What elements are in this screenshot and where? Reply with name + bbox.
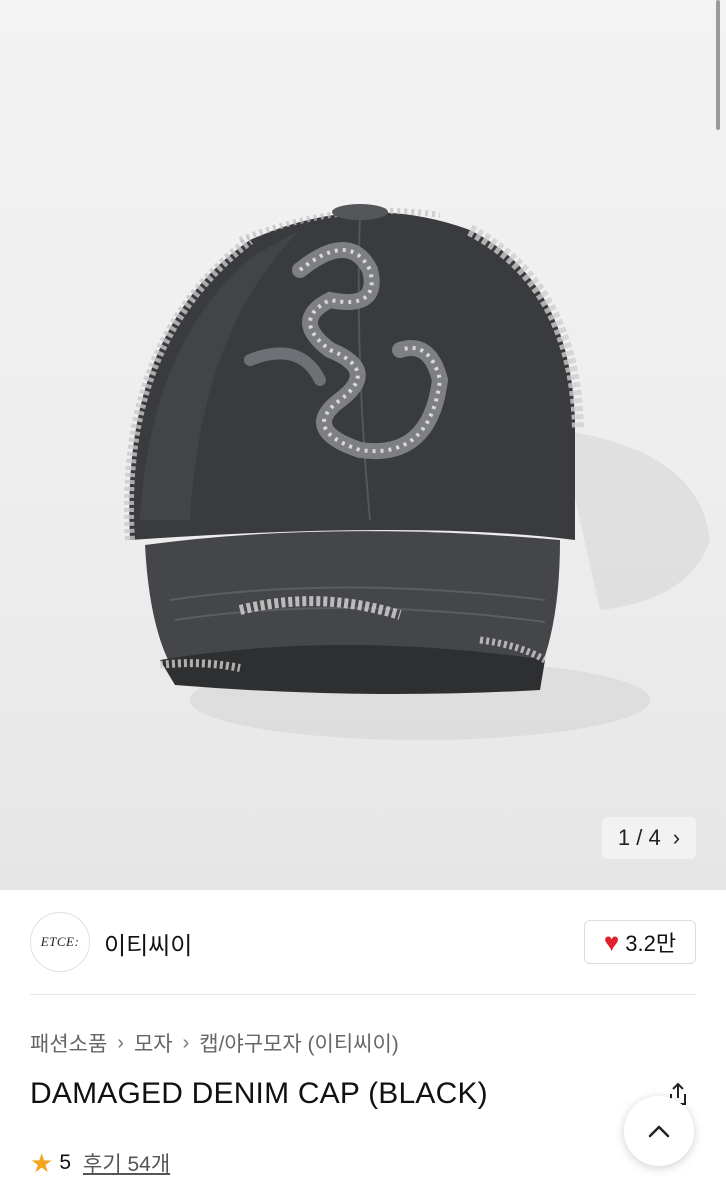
- product-image: [124, 204, 710, 740]
- chevron-up-icon: [648, 1125, 670, 1138]
- product-title: DAMAGED DENIM CAP (BLACK): [30, 1077, 488, 1110]
- scroll-top-button[interactable]: [624, 1096, 694, 1166]
- breadcrumb: 패션소품 › 모자 › 캡/야구모자 (이티씨이): [30, 1028, 399, 1058]
- brand-name[interactable]: 이티씨이: [104, 926, 192, 961]
- star-icon: ★: [30, 1148, 54, 1178]
- breadcrumb-item-hats[interactable]: 모자: [134, 1028, 173, 1058]
- chevron-right-icon: ›: [117, 1031, 124, 1054]
- page-scrollbar[interactable]: [716, 0, 720, 130]
- image-counter[interactable]: 1 / 4 ›: [602, 817, 696, 859]
- brand-logo-text: ETCE:: [40, 934, 80, 949]
- image-counter-total: 4: [648, 825, 661, 850]
- image-counter-separator: /: [636, 825, 643, 850]
- product-image-gallery[interactable]: 1 / 4 ›: [0, 0, 726, 890]
- brand-row: ETCE: 이티씨이 ♥ 3.2만: [30, 912, 696, 972]
- reviews-link[interactable]: 후기 54개: [83, 1148, 170, 1178]
- heart-icon: ♥: [603, 927, 620, 957]
- like-button[interactable]: ♥ 3.2만: [584, 920, 696, 964]
- breadcrumb-item-caps[interactable]: 캡/야구모자 (이티씨이): [199, 1028, 399, 1058]
- chevron-right-icon[interactable]: ›: [673, 825, 680, 851]
- divider: [30, 994, 696, 995]
- brand-logo[interactable]: ETCE:: [30, 912, 90, 972]
- like-count: 3.2만: [625, 931, 677, 956]
- chevron-right-icon: ›: [182, 1031, 190, 1054]
- breadcrumb-item-fashion-accessories[interactable]: 패션소품: [30, 1028, 107, 1058]
- rating-value: 5: [59, 1151, 71, 1174]
- rating-row: ★ 5 후기 54개: [30, 1148, 170, 1178]
- image-counter-current: 1: [617, 825, 631, 850]
